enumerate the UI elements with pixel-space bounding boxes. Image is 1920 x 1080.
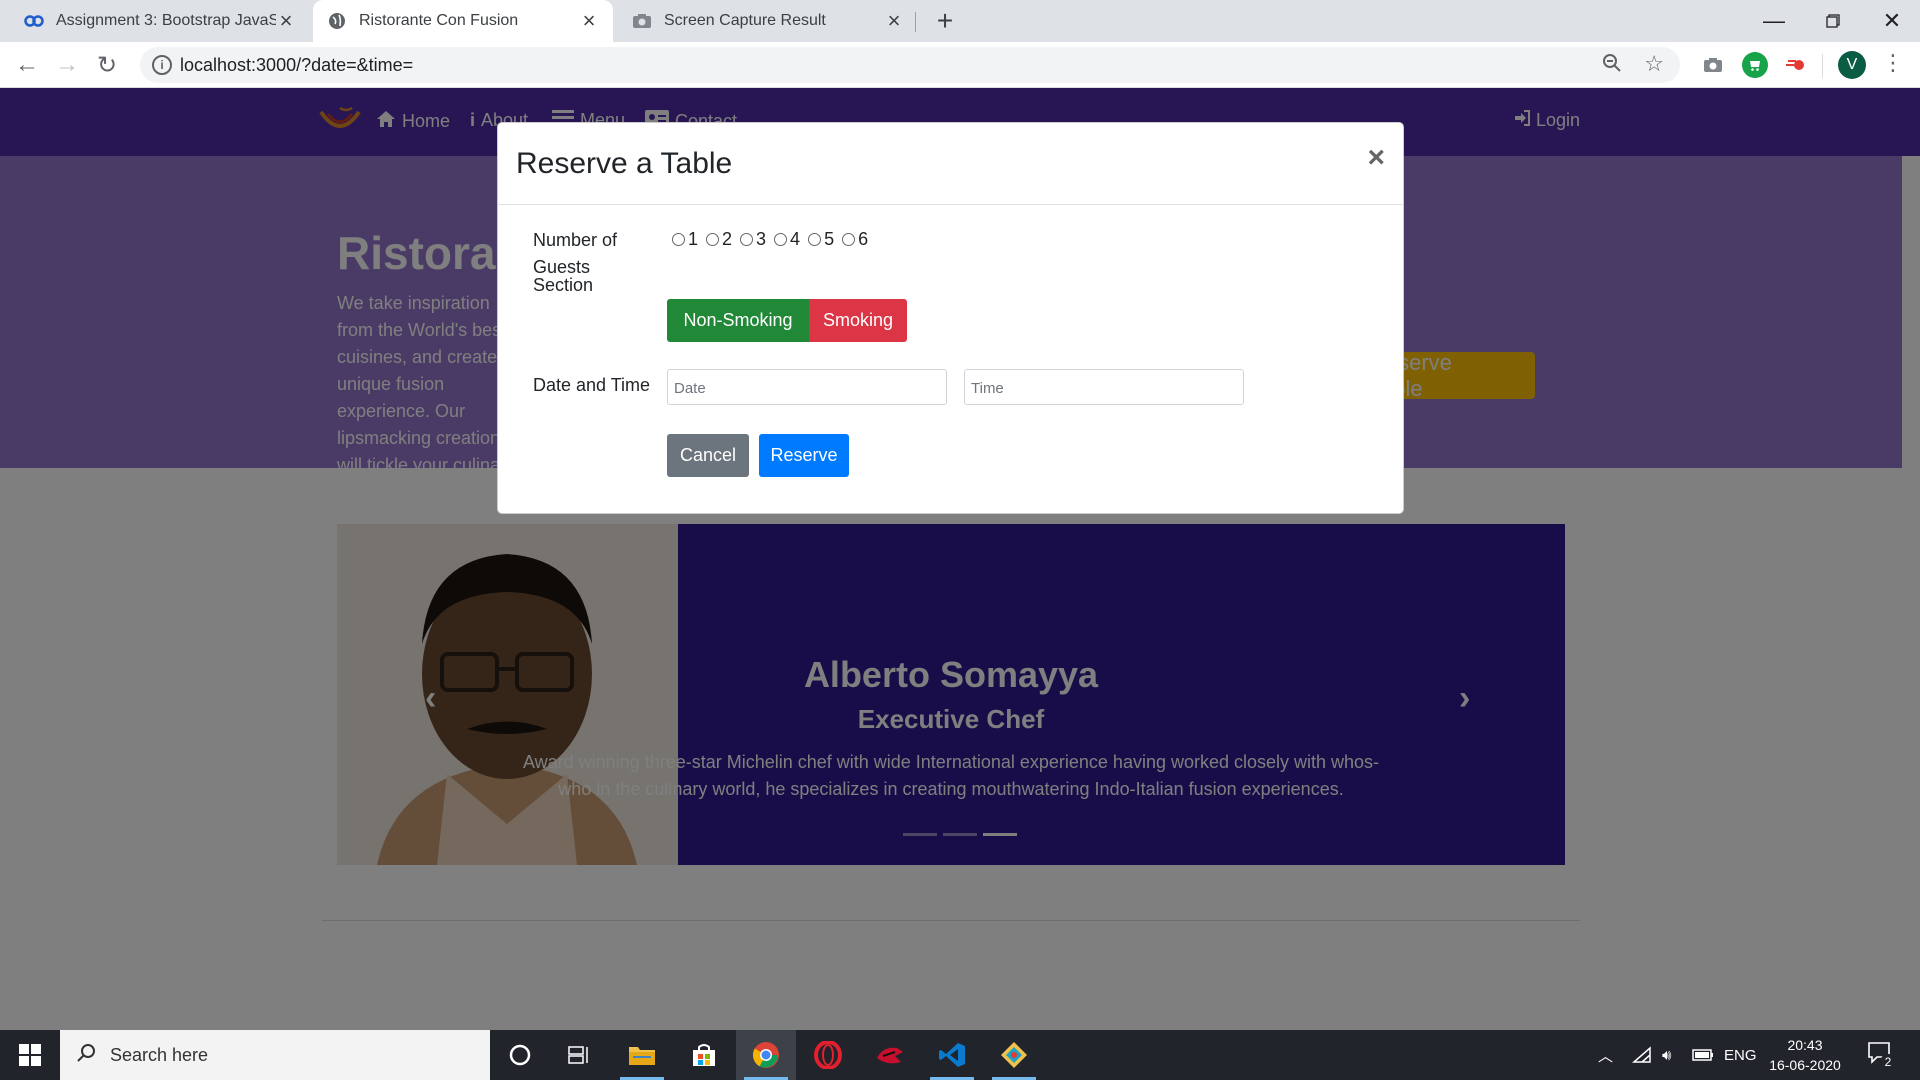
git-kraken-icon[interactable] <box>984 1030 1044 1080</box>
guest-option-6[interactable]: 6 <box>842 229 868 250</box>
smoking-button[interactable]: Smoking <box>809 299 907 342</box>
zoom-icon[interactable] <box>1602 53 1622 79</box>
windows-taskbar: Search here ︿ 🔊︎ ENG 20:43 16-06-2020 2 <box>0 1030 1920 1080</box>
guest-option-label: 4 <box>790 229 801 249</box>
minimize-icon[interactable]: — <box>1750 0 1798 42</box>
radio-button[interactable] <box>842 233 856 246</box>
close-icon[interactable]: × <box>884 8 904 33</box>
task-view-icon[interactable] <box>550 1030 610 1080</box>
cancel-button[interactable]: Cancel <box>667 434 749 477</box>
speed-extension-icon[interactable] <box>1782 52 1808 78</box>
cortana-icon[interactable] <box>490 1030 550 1080</box>
reserve-button[interactable]: Reserve <box>759 434 849 477</box>
date-input[interactable]: Date <box>667 369 947 405</box>
modal-header: Reserve a Table × <box>498 123 1403 205</box>
close-window-icon[interactable]: ✕ <box>1868 0 1916 42</box>
info-icon[interactable]: i <box>152 55 172 75</box>
radio-button[interactable] <box>740 233 754 246</box>
coursera-icon <box>24 11 44 31</box>
bookmark-star-icon[interactable]: ☆ <box>1644 51 1664 77</box>
modal-title: Reserve a Table <box>516 147 733 180</box>
guest-option-2[interactable]: 2 <box>706 229 732 250</box>
tray-overflow-icon[interactable]: ︿ <box>1598 1030 1613 1080</box>
guest-option-4[interactable]: 4 <box>774 229 800 250</box>
guest-option-1[interactable]: 1 <box>672 229 698 250</box>
notifications-icon[interactable]: 2 <box>1868 1042 1896 1070</box>
microsoft-store-icon[interactable] <box>674 1030 734 1080</box>
tab-assignment[interactable]: Assignment 3: Bootstrap JavaScri × <box>10 0 310 42</box>
clock-date: 16-06-2020 <box>1769 1057 1841 1073</box>
tab-ristorante[interactable]: Ristorante Con Fusion × <box>313 0 613 42</box>
volume-icon[interactable]: 🔊︎ <box>1662 1030 1671 1080</box>
datetime-label: Date and Time <box>533 375 651 395</box>
section-label: Section <box>533 275 594 295</box>
notification-count: 2 <box>1880 1054 1896 1070</box>
modal-close-button[interactable]: × <box>1367 143 1385 173</box>
tab-separator <box>915 12 916 32</box>
clock-time: 20:43 <box>1787 1037 1823 1053</box>
guests-radio-group: 1 2 3 4 5 6 <box>672 229 868 250</box>
windows-start-button[interactable] <box>0 1030 60 1080</box>
tab-screen-capture[interactable]: Screen Capture Result × <box>618 0 918 42</box>
globe-icon <box>327 11 347 31</box>
game-app-icon[interactable] <box>860 1030 920 1080</box>
radio-button[interactable] <box>672 233 685 246</box>
search-placeholder: Search here <box>110 1044 209 1065</box>
reload-icon[interactable]: ↻ <box>92 50 122 80</box>
url-text: localhost:3000/?date=&time= <box>180 55 414 75</box>
browser-toolbar: ← → ↻ i localhost:3000/?date=&time= ☆ V … <box>0 42 1920 88</box>
radio-button[interactable] <box>774 233 788 246</box>
search-icon <box>76 1043 96 1068</box>
radio-button[interactable] <box>808 233 822 246</box>
guest-option-label: 6 <box>858 229 869 249</box>
guest-option-label: 5 <box>824 229 835 249</box>
camera-extension-icon[interactable] <box>1700 52 1726 78</box>
wifi-icon[interactable] <box>1632 1030 1652 1080</box>
language-indicator[interactable]: ENG <box>1724 1030 1757 1080</box>
taskbar-search-box[interactable]: Search here <box>60 1030 490 1080</box>
forward-icon[interactable]: → <box>52 50 82 80</box>
opera-icon[interactable] <box>798 1030 858 1080</box>
restore-icon[interactable] <box>1809 0 1857 42</box>
browser-tab-bar: Assignment 3: Bootstrap JavaScri × Risto… <box>0 0 1920 42</box>
reserve-table-modal: Reserve a Table × Number of Guests 1 2 3… <box>497 122 1404 514</box>
clock[interactable]: 20:43 16-06-2020 <box>1755 1035 1855 1075</box>
more-menu-icon[interactable]: ⋮ <box>1882 50 1904 76</box>
guest-option-3[interactable]: 3 <box>740 229 766 250</box>
new-tab-button[interactable]: + <box>930 5 960 36</box>
guest-option-label: 3 <box>756 229 767 249</box>
non-smoking-button[interactable]: Non-Smoking <box>667 299 809 342</box>
time-input[interactable]: Time <box>964 369 1244 405</box>
camera-icon <box>632 11 652 31</box>
address-bar[interactable]: i localhost:3000/?date=&time= ☆ <box>140 47 1680 83</box>
toolbar-divider <box>1822 54 1823 78</box>
guest-option-5[interactable]: 5 <box>808 229 834 250</box>
radio-button[interactable] <box>706 233 720 246</box>
battery-icon[interactable] <box>1692 1030 1714 1080</box>
vscode-icon[interactable] <box>922 1030 982 1080</box>
guest-option-label: 2 <box>722 229 733 249</box>
close-icon[interactable]: × <box>276 8 296 33</box>
profile-avatar[interactable]: V <box>1838 51 1866 79</box>
guest-option-label: 1 <box>688 229 699 249</box>
tab-label: Screen Capture Result <box>664 12 826 29</box>
tab-label: Assignment 3: Bootstrap JavaScri <box>56 12 276 29</box>
windows-logo-icon <box>19 1044 41 1066</box>
tab-label: Ristorante Con Fusion <box>359 12 519 29</box>
close-icon[interactable]: × <box>579 8 599 33</box>
back-icon[interactable]: ← <box>12 50 42 80</box>
file-explorer-icon[interactable] <box>612 1030 672 1080</box>
chrome-icon[interactable] <box>736 1030 796 1080</box>
shopping-extension-icon[interactable] <box>1742 52 1768 78</box>
